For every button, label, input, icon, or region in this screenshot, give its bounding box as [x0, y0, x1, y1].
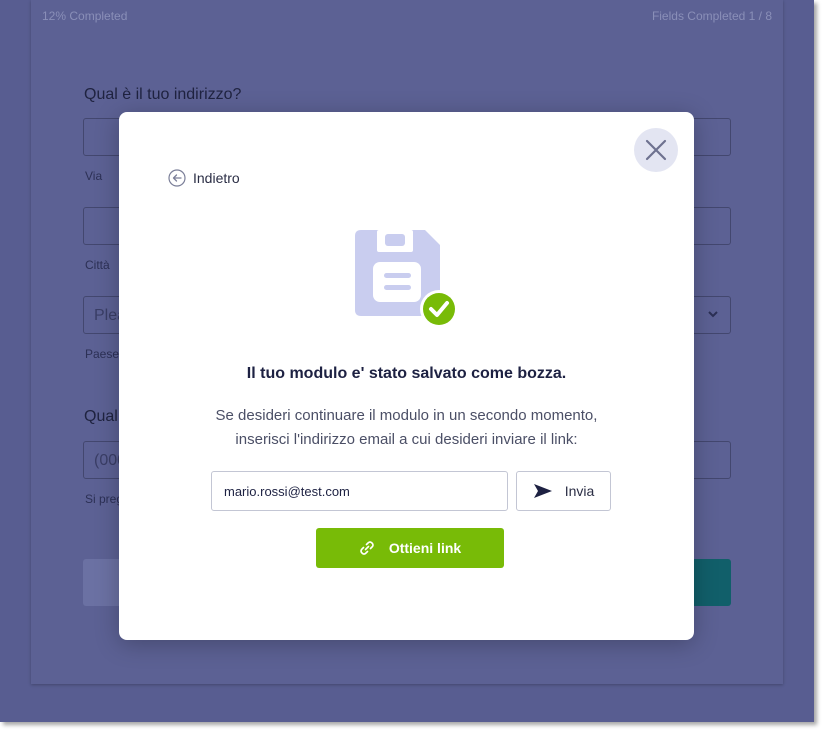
next-button[interactable]	[691, 559, 731, 606]
save-draft-modal: Indietro Il tuo modulo e' stato salvato …	[119, 112, 694, 640]
chevron-down-icon	[708, 311, 718, 318]
arrow-left-circle-icon	[168, 169, 186, 187]
street-label: Via	[85, 169, 103, 183]
description-line-2: inserisci l'indirizzo email a cui deside…	[235, 431, 578, 448]
back-link[interactable]: Indietro	[168, 169, 240, 187]
link-icon	[360, 541, 374, 555]
progress-fields: Fields Completed 1 / 8	[651, 9, 772, 23]
phone-question: Qual	[84, 408, 118, 425]
send-button[interactable]: Invia	[516, 471, 611, 511]
modal-title: Il tuo modulo e' stato salvato come bozz…	[246, 365, 567, 382]
phone-hint: Si preg	[85, 492, 124, 506]
address-question: Qual è il tuo indirizzo?	[84, 86, 242, 103]
app-frame: 12% Completed Fields Completed 1 / 8 Qua…	[0, 0, 814, 722]
close-button[interactable]	[634, 128, 678, 172]
modal-description: Se desideri continuare il modulo in un s…	[159, 404, 654, 452]
description-line-1: Se desideri continuare il modulo in un s…	[215, 407, 598, 424]
city-label: Città	[85, 258, 110, 272]
close-icon	[645, 139, 667, 161]
progress-completed: 12% Completed	[42, 9, 128, 23]
back-label: Indietro	[193, 170, 240, 186]
send-icon	[533, 484, 552, 498]
check-circle-icon	[420, 290, 458, 328]
country-label: Paese	[85, 347, 120, 361]
send-label: Invia	[564, 483, 595, 499]
get-link-button[interactable]: Ottieni link	[316, 528, 504, 568]
email-input[interactable]	[211, 471, 508, 511]
floppy-disk-icon	[355, 230, 458, 328]
get-link-label: Ottieni link	[388, 540, 462, 556]
